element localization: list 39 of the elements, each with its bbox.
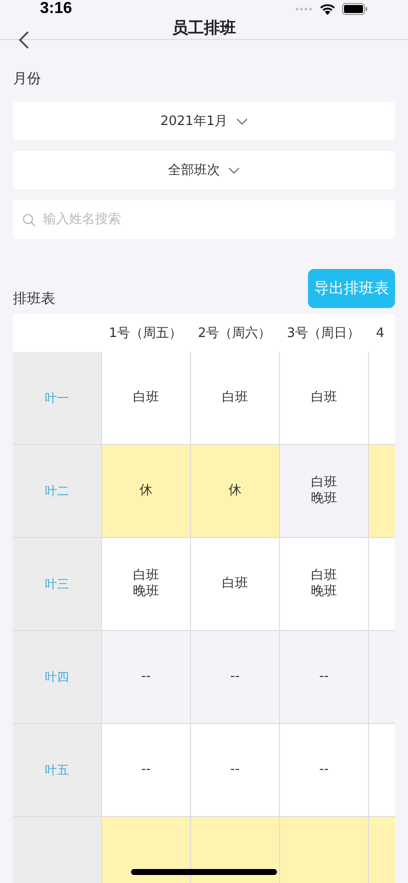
month-dropdown[interactable]: 2021年1月 <box>13 102 395 140</box>
column-header: 3号（周日） <box>279 314 368 352</box>
shift-text: 白班 晚班 <box>133 568 159 600</box>
schedule-title: 排班表 <box>13 290 55 308</box>
export-button[interactable]: 导出排班表 <box>308 269 395 308</box>
shift-text: -- <box>319 669 329 685</box>
search-field[interactable]: 输入姓名搜索 <box>13 200 395 239</box>
employee-name[interactable]: 叶四 <box>13 631 101 724</box>
shift-text: 白班 晚班 <box>311 568 337 600</box>
employee-name[interactable]: 叶二 <box>13 445 101 538</box>
shift-text: 白班 <box>311 390 337 406</box>
employee-name[interactable]: 叶一 <box>13 352 101 445</box>
wifi-icon <box>319 3 336 15</box>
chevron-down-icon <box>236 118 248 124</box>
month-label: 月份 <box>13 70 42 88</box>
shift-text: 白班 <box>222 390 248 406</box>
search-icon <box>22 213 36 227</box>
column-header: 1号（周五） <box>101 314 190 352</box>
chevron-left-icon <box>18 30 30 50</box>
shift-text: -- <box>319 762 329 778</box>
shift-text: -- <box>230 762 240 778</box>
shift-text: -- <box>141 669 151 685</box>
shift-dropdown[interactable]: 全部班次 <box>13 151 395 189</box>
shift-text: -- <box>230 669 240 685</box>
battery-icon <box>342 3 368 15</box>
shift-text: 白班 晚班 <box>311 475 337 507</box>
shift-text: 休 <box>228 483 242 499</box>
shift-text: 白班 <box>222 576 248 592</box>
shift-text: 休 <box>140 483 152 499</box>
column-header: 2号（周六） <box>190 314 279 352</box>
status-time: 3:16 <box>40 0 72 18</box>
shift-text: -- <box>141 762 151 778</box>
employee-name[interactable]: 叶五 <box>13 724 101 817</box>
employee-name[interactable]: 叶三 <box>13 538 101 631</box>
chevron-down-icon <box>228 166 240 174</box>
signal-icon <box>295 7 313 11</box>
column-header: 4 <box>368 314 395 352</box>
shift-text: 白班 <box>133 390 159 406</box>
page-title: 员工排班 <box>172 18 236 39</box>
